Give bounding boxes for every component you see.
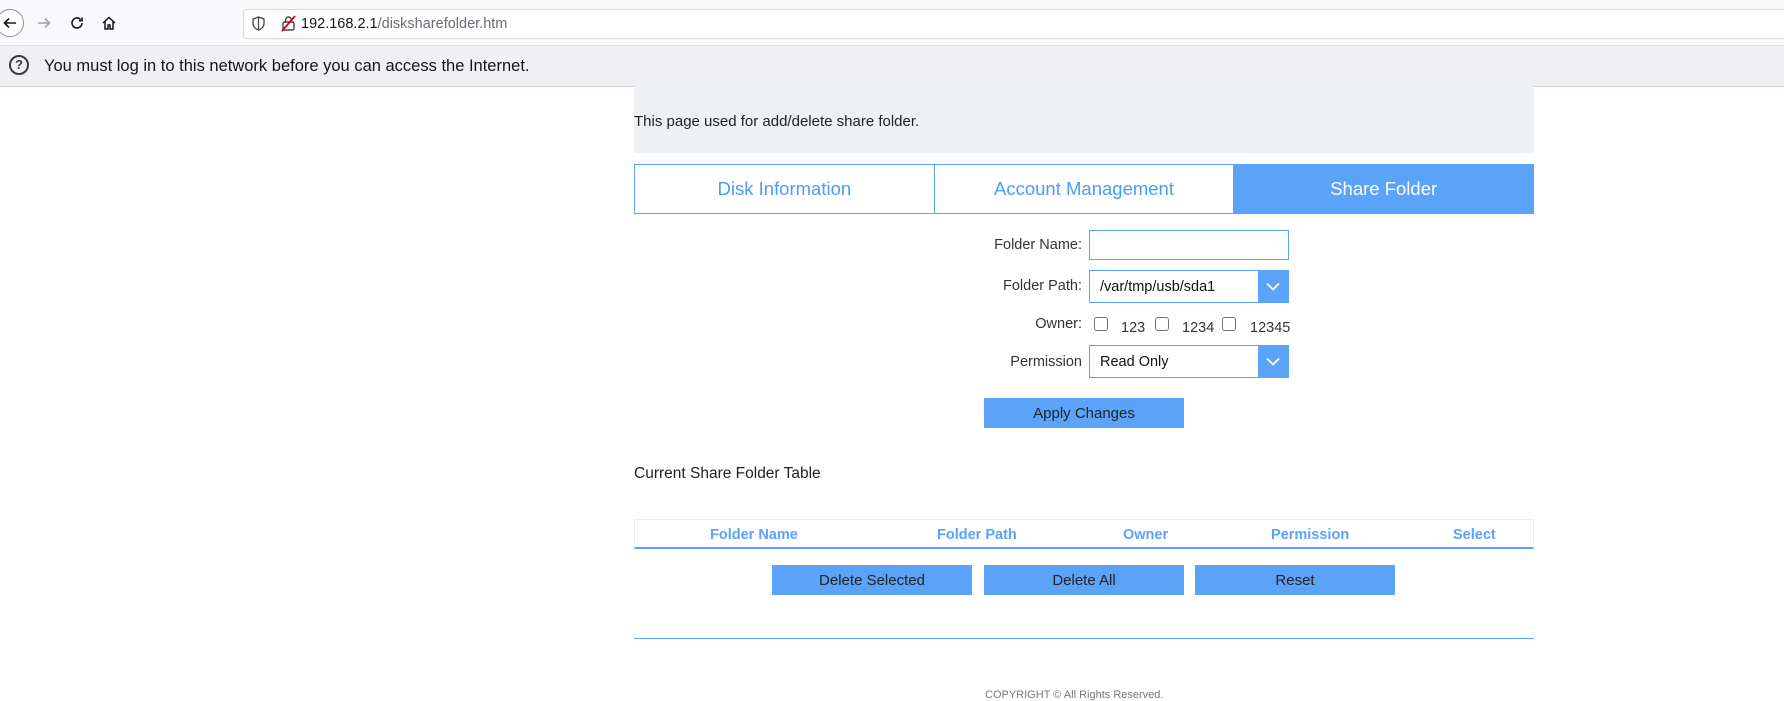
owner-checkbox-12345[interactable]: [1222, 317, 1236, 331]
reload-button[interactable]: [62, 8, 92, 38]
column-header-folder-path: Folder Path: [937, 527, 1017, 543]
tab-bar: Disk Information Account Management Shar…: [634, 164, 1534, 214]
home-button[interactable]: [94, 8, 124, 38]
folder-name-label: Folder Name:: [994, 237, 1082, 253]
question-icon: ?: [9, 55, 29, 75]
column-header-select: Select: [1453, 527, 1496, 543]
page-description-box: This page used for add/delete share fold…: [634, 86, 1534, 153]
back-button[interactable]: [0, 9, 24, 37]
owner-checkbox-123[interactable]: [1094, 317, 1108, 331]
notice-message: You must log in to this network before y…: [44, 57, 530, 75]
column-header-owner: Owner: [1123, 527, 1169, 543]
arrow-left-icon: [3, 17, 16, 29]
chevron-down-icon[interactable]: [1258, 346, 1288, 377]
url-host: 192.168.2.1: [301, 16, 378, 32]
chevron-down-icon[interactable]: [1258, 271, 1288, 302]
share-folder-table-header: Folder Name Folder Path Owner Permission…: [634, 519, 1534, 549]
owner-label-1234: 1234: [1182, 320, 1215, 336]
owner-label: Owner:: [1035, 316, 1082, 332]
permission-value: Read Only: [1100, 354, 1169, 370]
apply-changes-button[interactable]: Apply Changes: [984, 398, 1184, 428]
page-description: This page used for add/delete share fold…: [634, 113, 920, 130]
copyright-text: COPYRIGHT © All Rights Reserved.: [985, 689, 1164, 701]
folder-name-input[interactable]: [1089, 230, 1289, 260]
folder-path-label: Folder Path:: [1003, 278, 1082, 294]
permission-select[interactable]: Read Only: [1089, 345, 1289, 378]
column-header-folder-name: Folder Name: [710, 527, 798, 543]
column-header-permission: Permission: [1271, 527, 1350, 543]
browser-toolbar: 192.168.2.1/disksharefolder.htm: [0, 0, 1784, 46]
share-folder-table-title: Current Share Folder Table: [634, 465, 821, 482]
url-text: 192.168.2.1/disksharefolder.htm: [301, 16, 507, 32]
url-path: /disksharefolder.htm: [377, 16, 508, 32]
tab-account-management[interactable]: Account Management: [934, 165, 1235, 213]
tab-share-folder[interactable]: Share Folder: [1234, 165, 1534, 213]
tab-disk-information[interactable]: Disk Information: [635, 165, 935, 213]
delete-all-button[interactable]: Delete All: [984, 565, 1184, 595]
shield-icon: [252, 16, 266, 32]
owner-checkbox-1234[interactable]: [1155, 317, 1169, 331]
home-icon: [102, 16, 116, 30]
owner-label-12345: 12345: [1250, 320, 1291, 336]
permission-label: Permission: [1010, 354, 1082, 370]
reload-icon: [71, 17, 83, 29]
forward-button[interactable]: [29, 8, 59, 38]
folder-path-select[interactable]: /var/tmp/usb/sda1: [1089, 270, 1289, 303]
delete-selected-button[interactable]: Delete Selected: [772, 565, 972, 595]
captive-portal-notification: ? You must log in to this network before…: [0, 46, 1784, 87]
folder-path-value: /var/tmp/usb/sda1: [1100, 279, 1216, 295]
address-bar[interactable]: 192.168.2.1/disksharefolder.htm: [243, 9, 1784, 39]
footer-divider: [634, 638, 1534, 639]
owner-label-123: 123: [1121, 320, 1146, 336]
arrow-right-icon: [38, 17, 51, 29]
insecure-lock-icon: [281, 15, 297, 33]
reset-button[interactable]: Reset: [1195, 565, 1395, 595]
